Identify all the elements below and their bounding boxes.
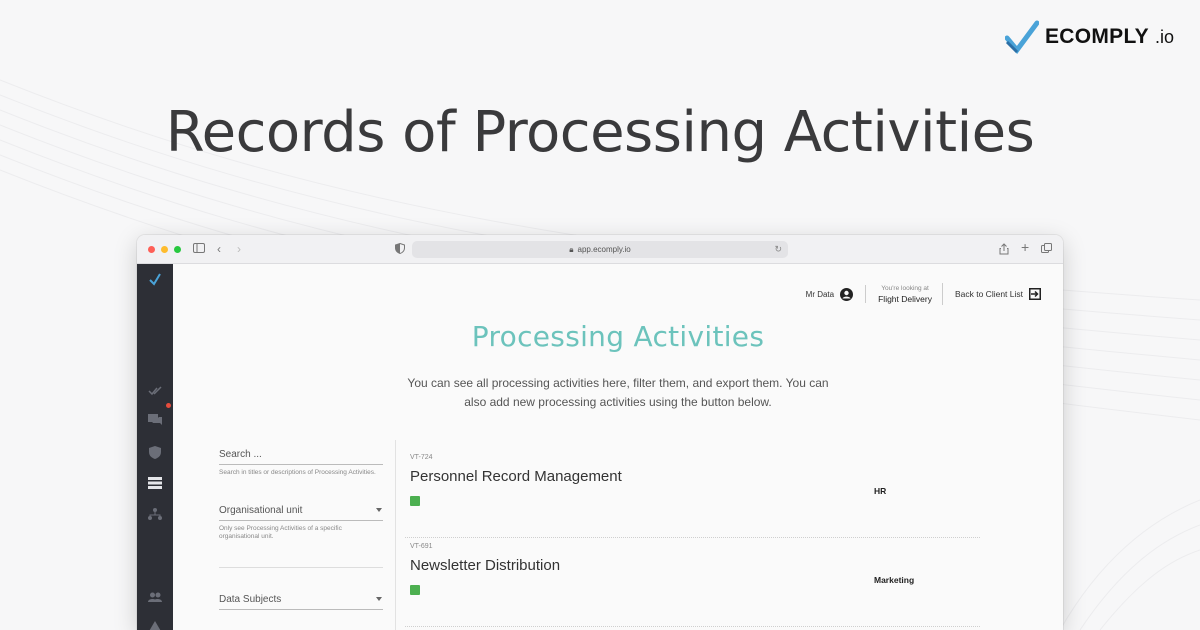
app-area: Mr Data You're looking at Flight Deliver… xyxy=(137,264,1063,630)
brand-name: ECOMPLY xyxy=(1044,25,1149,48)
data-subjects-select[interactable]: Data Subjects xyxy=(219,594,383,610)
filter-divider xyxy=(219,567,383,568)
activity-code: VT-691 xyxy=(410,543,433,550)
new-tab-icon[interactable]: + xyxy=(1021,240,1029,254)
filter-panel: Search ... Search in titles or descripti… xyxy=(219,449,383,610)
warning-icon[interactable] xyxy=(146,618,164,630)
org-unit-select[interactable]: Organisational unit xyxy=(219,505,383,521)
brand-tld: .io xyxy=(1154,26,1174,47)
org-unit-label: Organisational unit xyxy=(219,505,303,516)
browser-toolbar: ‹ › 🔒︎ app.ecomply.io ↻ + xyxy=(137,235,1063,264)
data-subjects-label: Data Subjects xyxy=(219,594,282,605)
activity-name[interactable]: Newsletter Distribution xyxy=(410,557,560,574)
reload-icon[interactable]: ↻ xyxy=(774,244,782,255)
status-indicator xyxy=(410,585,420,595)
forward-arrow-icon[interactable]: › xyxy=(237,243,241,255)
chat-icon[interactable] xyxy=(146,411,164,429)
minimize-window-button[interactable] xyxy=(161,245,168,253)
hierarchy-icon[interactable] xyxy=(146,505,164,523)
page-title: Processing Activities xyxy=(471,320,765,353)
org-unit-hint: Only see Processing Activities of a spec… xyxy=(219,525,342,540)
tabs-overview-icon[interactable] xyxy=(1041,243,1052,256)
client-context: You're looking at Flight Delivery xyxy=(866,283,943,305)
chevron-down-icon xyxy=(376,508,382,512)
exit-icon xyxy=(1029,288,1041,300)
activity-code: VT-724 xyxy=(410,454,433,461)
maximize-window-button[interactable] xyxy=(174,245,181,253)
privacy-shield-icon[interactable] xyxy=(395,242,405,256)
lock-icon: 🔒︎ xyxy=(569,244,574,254)
status-indicator xyxy=(410,496,420,506)
sidebar-toggle-icon[interactable] xyxy=(193,243,205,255)
close-window-button[interactable] xyxy=(148,245,155,253)
window-controls xyxy=(148,245,181,253)
page-description: You can see all processing activities he… xyxy=(407,376,829,409)
checkmarks-icon[interactable] xyxy=(146,382,164,400)
client-name: Flight Delivery xyxy=(878,293,932,304)
main-content: Mr Data You're looking at Flight Deliver… xyxy=(173,264,1063,630)
activity-department: HR xyxy=(874,486,887,496)
url-text: app.ecomply.io xyxy=(577,245,631,254)
user-menu[interactable]: Mr Data xyxy=(805,285,867,303)
back-arrow-icon[interactable]: ‹ xyxy=(217,243,221,255)
activity-row[interactable]: VT-691 Newsletter Distribution Marketing xyxy=(405,538,980,627)
activity-department: Marketing xyxy=(874,575,915,585)
chevron-down-icon xyxy=(376,597,382,601)
share-icon[interactable] xyxy=(999,243,1009,257)
search-hint: Search in titles or descriptions of Proc… xyxy=(219,469,376,476)
list-icon[interactable] xyxy=(146,474,164,492)
address-bar[interactable]: 🔒︎ app.ecomply.io ↻ xyxy=(412,241,788,258)
back-label: Back to Client List xyxy=(954,289,1023,299)
back-to-client-list-button[interactable]: Back to Client List xyxy=(943,288,1041,300)
shield-icon[interactable] xyxy=(146,443,164,461)
search-input[interactable]: Search ... xyxy=(219,449,383,465)
ecomply-logo-icon xyxy=(1004,20,1039,54)
column-divider xyxy=(395,440,396,630)
sidebar xyxy=(137,264,173,630)
activity-name[interactable]: Personnel Record Management xyxy=(410,468,622,485)
logo-icon[interactable] xyxy=(146,270,164,288)
activity-list: VT-724 Personnel Record Management HR VT… xyxy=(405,449,980,627)
browser-window: ‹ › 🔒︎ app.ecomply.io ↻ + Mr Data You're… xyxy=(137,235,1063,630)
brand-logo: ECOMPLY .io xyxy=(1004,20,1174,54)
user-name: Mr Data xyxy=(805,289,835,299)
headline: Records of Processing Activities xyxy=(165,100,1035,165)
account-circle-icon xyxy=(840,287,854,301)
looking-at-label: You're looking at xyxy=(881,284,929,292)
top-bar: Mr Data You're looking at Flight Deliver… xyxy=(806,283,1041,305)
people-icon[interactable] xyxy=(146,588,164,606)
search-placeholder: Search ... xyxy=(219,449,262,460)
activity-row[interactable]: VT-724 Personnel Record Management HR xyxy=(405,449,980,538)
notification-badge xyxy=(166,403,171,408)
